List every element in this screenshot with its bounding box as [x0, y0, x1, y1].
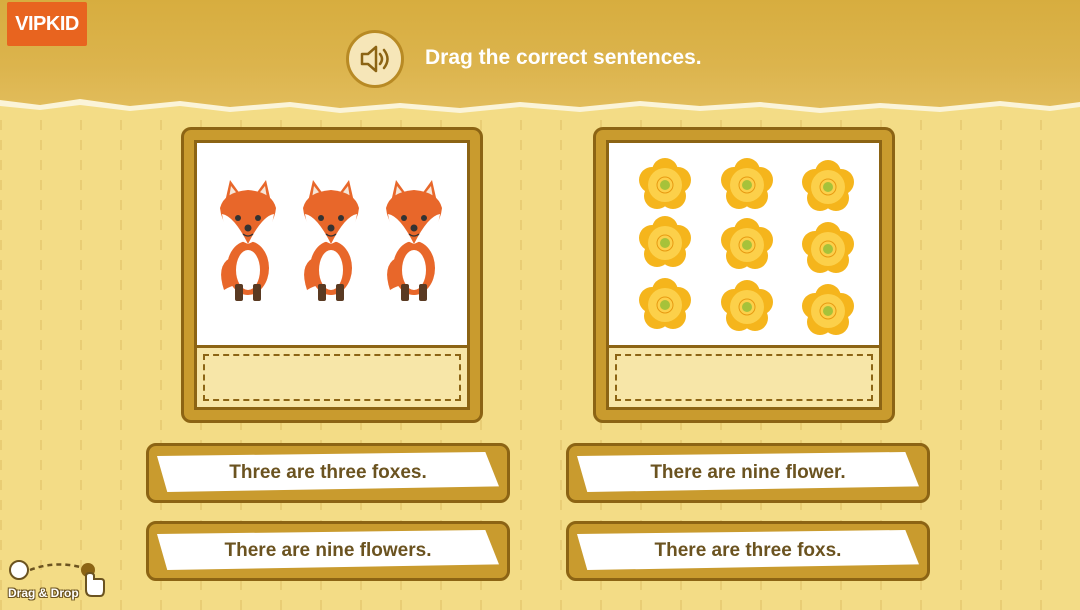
flower-illustration — [638, 157, 855, 336]
fox-3 — [385, 179, 443, 302]
flower-4 — [638, 215, 692, 268]
sentence-text: Three are three foxes. — [229, 462, 427, 483]
fox-illustration — [219, 179, 443, 302]
fox-2 — [302, 179, 360, 302]
flower-1 — [638, 157, 692, 210]
sentence-text: There are nine flowers. — [224, 540, 432, 561]
drop-zone-outline — [203, 354, 461, 401]
logo-text: VIPKID — [15, 12, 79, 35]
flower-8 — [720, 279, 774, 332]
fox-picture-frame — [194, 140, 470, 410]
speaker-icon — [360, 45, 389, 73]
audio-button[interactable] — [346, 30, 404, 88]
flower-picture-card — [593, 127, 895, 423]
drag-drop-hint-label: Drag & Drop — [8, 586, 79, 600]
flower-sentence-drop-zone[interactable] — [609, 345, 879, 407]
flower-6 — [801, 221, 855, 274]
sentence-option-three-are-three-foxes[interactable]: Three are three foxes. — [146, 443, 510, 503]
vipkid-logo: VIPKID — [7, 2, 87, 46]
drop-zone-outline — [615, 354, 873, 401]
instruction-text: Drag the correct sentences. — [425, 46, 702, 69]
torn-paper-edge — [0, 99, 1080, 118]
flower-7 — [638, 277, 692, 330]
flower-picture-frame — [606, 140, 882, 410]
sentence-option-nine-flower[interactable]: There are nine flower. — [566, 443, 930, 503]
fox-sentence-drop-zone[interactable] — [197, 345, 467, 407]
flower-2 — [720, 157, 774, 210]
flower-9 — [801, 283, 855, 336]
sentence-text: There are nine flower. — [650, 462, 846, 483]
flower-5 — [720, 217, 774, 270]
sentence-option-nine-flowers[interactable]: There are nine flowers. — [146, 521, 510, 581]
fox-1 — [219, 179, 277, 302]
sentence-option-three-foxs[interactable]: There are three foxs. — [566, 521, 930, 581]
flower-3 — [801, 159, 855, 212]
fox-picture-card — [181, 127, 483, 423]
sentence-text: There are three foxs. — [654, 540, 842, 561]
